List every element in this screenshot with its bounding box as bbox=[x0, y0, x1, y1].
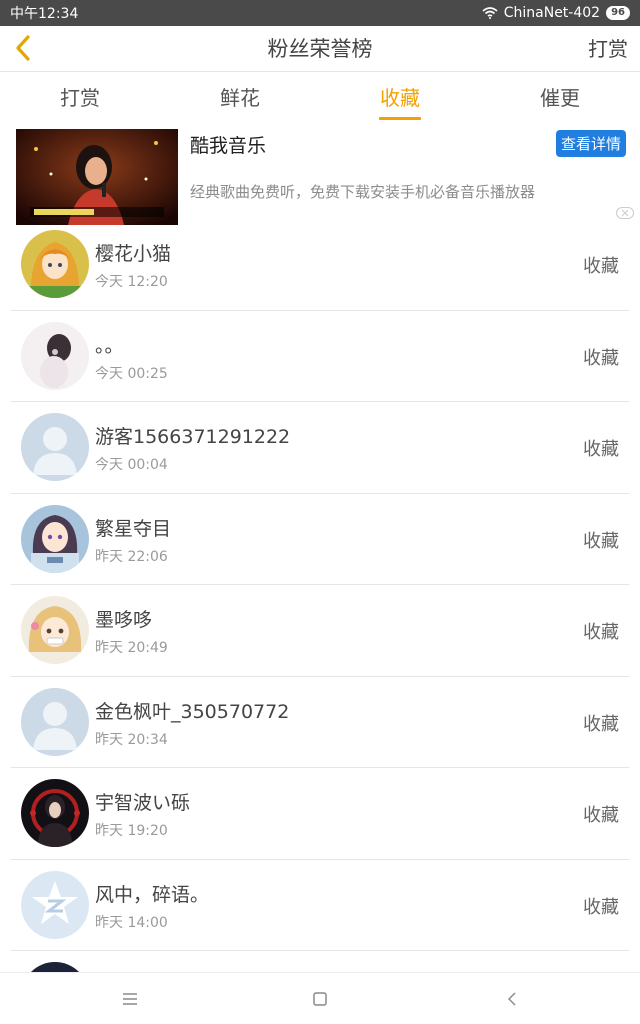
fan-name: 风中，碎语。 bbox=[95, 883, 210, 906]
list-item[interactable]: 游客1566371291222 今天 00:04 收藏 bbox=[11, 402, 629, 494]
avatar[interactable] bbox=[21, 687, 89, 756]
list-item[interactable]: 金色枫叶_350570772 昨天 20:34 收藏 bbox=[11, 677, 629, 768]
avatar[interactable] bbox=[21, 321, 89, 390]
home-square-icon[interactable] bbox=[306, 985, 334, 1013]
avatar[interactable] bbox=[21, 230, 89, 298]
fan-time: 昨天 20:49 bbox=[95, 640, 168, 656]
fan-action: 收藏 bbox=[583, 347, 619, 369]
list-item[interactable]: 繁星夺目 昨天 22:06 收藏 bbox=[11, 494, 629, 585]
ad-description: 经典歌曲免费听，免费下载安装手机必备音乐播放器 bbox=[190, 183, 536, 201]
fan-time: 昨天 22:06 bbox=[95, 548, 168, 565]
fan-name: 墨哆哆 bbox=[95, 609, 153, 631]
status-bar: 中午12:34 ChinaNet-402 96 bbox=[0, 0, 640, 26]
ad-image[interactable] bbox=[16, 129, 178, 225]
wifi-icon bbox=[482, 7, 498, 19]
list-item[interactable]: 。。 今天 00:25 收藏 bbox=[11, 311, 629, 402]
ad-close-icon[interactable] bbox=[616, 207, 634, 219]
network-name: ChinaNet-402 bbox=[503, 5, 601, 21]
fan-time: 今天 00:04 bbox=[95, 457, 168, 473]
fan-action: 收藏 bbox=[583, 805, 619, 826]
ad-banner[interactable]: 酷我音乐 查看详情 经典歌曲免费听，免费下载安装手机必备音乐播放器 bbox=[0, 127, 640, 227]
tab-bar: 打赏 鲜花 收藏 催更 bbox=[0, 72, 640, 124]
avatar[interactable] bbox=[21, 504, 89, 573]
ad-title: 酷我音乐 bbox=[190, 135, 267, 157]
reward-button[interactable]: 打赏 bbox=[588, 26, 628, 72]
fan-name: 宇智波い砾 bbox=[95, 792, 191, 814]
fan-time: 今天 00:25 bbox=[95, 365, 168, 382]
battery-icon: 96 bbox=[606, 6, 630, 20]
avatar[interactable] bbox=[21, 413, 89, 481]
fan-action: 收藏 bbox=[583, 622, 619, 643]
list-item[interactable]: 墨哆哆 昨天 20:49 收藏 bbox=[11, 585, 629, 677]
system-nav-bar bbox=[0, 972, 640, 1024]
menu-icon[interactable] bbox=[116, 985, 144, 1013]
list-item[interactable]: 宇智波い砾 昨天 19:20 收藏 bbox=[11, 768, 629, 860]
fan-time: 昨天 14:00 bbox=[95, 914, 168, 931]
fan-time: 昨天 19:20 bbox=[95, 823, 168, 839]
tab-reward[interactable]: 打赏 bbox=[0, 72, 160, 124]
fan-action: 收藏 bbox=[583, 896, 619, 918]
fan-action: 收藏 bbox=[583, 439, 619, 460]
tab-flowers[interactable]: 鲜花 bbox=[160, 72, 320, 124]
list-item[interactable]: 樱花小猫 今天 12:20 收藏 bbox=[11, 219, 629, 311]
back-chevron-icon[interactable] bbox=[498, 985, 526, 1013]
list-item[interactable]: 风中，碎语。 昨天 14:00 收藏 bbox=[11, 860, 629, 951]
tab-urge[interactable]: 催更 bbox=[480, 72, 640, 124]
fan-list: 樱花小猫 今天 12:20 收藏 。。 今天 00:25 收藏 游客156637… bbox=[0, 219, 640, 1011]
status-time: 中午12:34 bbox=[10, 6, 79, 22]
avatar[interactable] bbox=[21, 779, 89, 847]
fan-name: 樱花小猫 bbox=[95, 243, 172, 265]
fan-action: 收藏 bbox=[583, 530, 619, 552]
fan-name: 繁星夺目 bbox=[95, 517, 172, 540]
avatar[interactable] bbox=[21, 596, 89, 664]
page-title: 粉丝荣誉榜 bbox=[267, 37, 373, 61]
fan-action: 收藏 bbox=[583, 256, 619, 277]
ad-details-button[interactable]: 查看详情 bbox=[555, 130, 626, 157]
status-right: ChinaNet-402 96 bbox=[482, 5, 630, 21]
tab-favorites[interactable]: 收藏 bbox=[320, 72, 480, 124]
fan-time: 今天 12:20 bbox=[95, 274, 168, 290]
fan-name: 。。 bbox=[95, 334, 124, 357]
fan-name: 游客1566371291222 bbox=[95, 426, 291, 448]
app-header: 粉丝荣誉榜 打赏 bbox=[0, 26, 640, 72]
fan-name: 金色枫叶_350570772 bbox=[95, 700, 290, 723]
fan-time: 昨天 20:34 bbox=[95, 731, 168, 748]
fan-action: 收藏 bbox=[583, 713, 619, 735]
avatar[interactable] bbox=[21, 870, 89, 939]
